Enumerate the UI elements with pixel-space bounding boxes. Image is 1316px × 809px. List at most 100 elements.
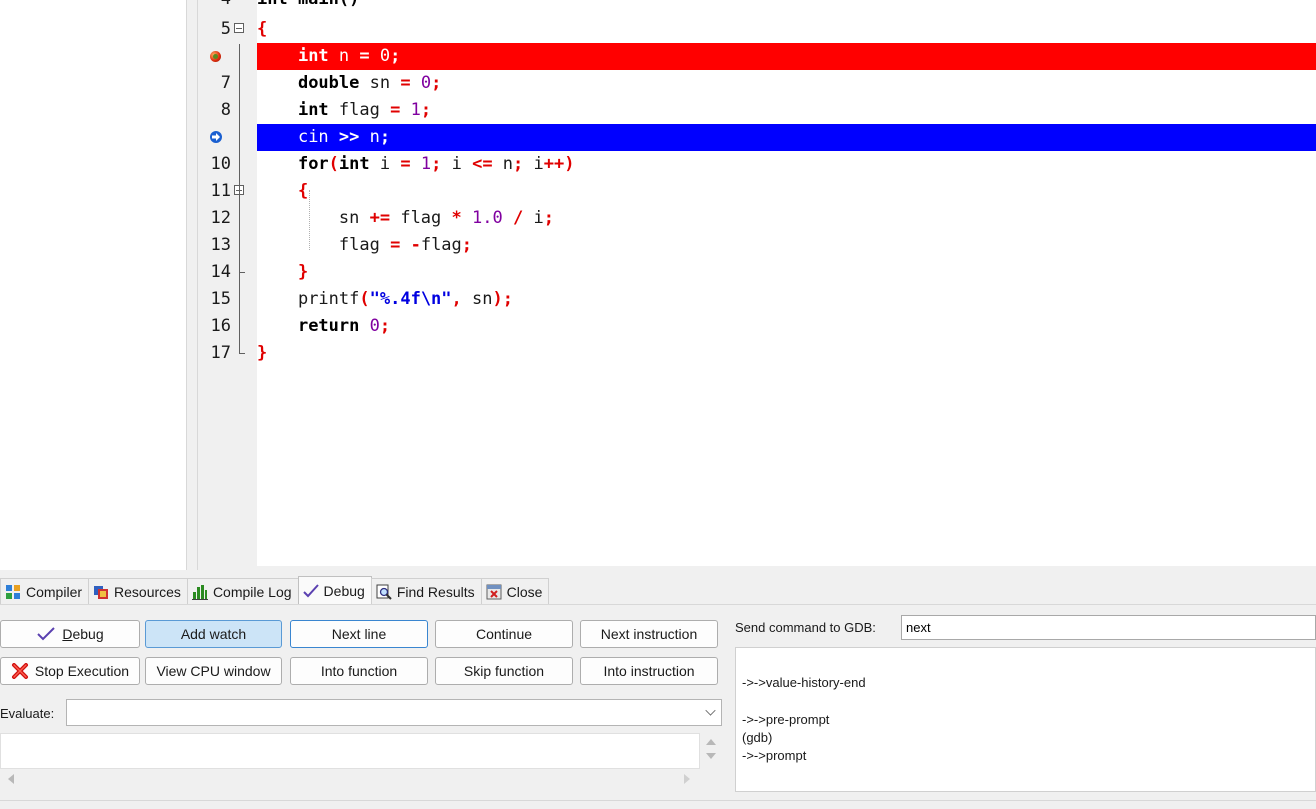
gdb-command-label: Send command to GDB: — [735, 620, 876, 635]
code-line-6-breakpoint: int n = 0; — [257, 43, 1316, 70]
fold-guide-line — [239, 44, 240, 354]
code-line-7: double sn = 0; — [297, 73, 442, 93]
stop-x-icon — [11, 663, 28, 679]
line-number: 16 — [210, 316, 231, 336]
line-number: 10 — [210, 154, 231, 174]
gdb-output-line: ->->prompt — [742, 748, 807, 763]
code-line-14: } — [297, 262, 309, 282]
gutter-line-17: 17 — [198, 340, 257, 367]
line-number: 15 — [210, 289, 231, 309]
evaluate-horizontal-scrollbar[interactable] — [0, 769, 700, 787]
code-line-8: int flag = 1; — [297, 100, 432, 120]
tab-label: Compiler — [26, 583, 83, 600]
tab-label: Find Results — [396, 583, 475, 600]
debug-panel: Debug Add watch Next line Continue Next … — [0, 604, 1316, 809]
gutter-line-15: 15 — [198, 286, 257, 313]
line-number: 5 — [220, 19, 231, 39]
tab-label: Debug — [323, 582, 365, 599]
gutter-line-16: 16 — [198, 313, 257, 340]
continue-button[interactable]: Continue — [435, 620, 573, 648]
code-editor[interactable]: int main() { int n = 0; double sn = 0; i… — [257, 0, 1316, 566]
breakpoint-icon[interactable] — [210, 51, 221, 62]
next-instruction-button[interactable]: Next instruction — [580, 620, 718, 648]
code-line-12: sn += flag * 1.0 / i; — [338, 208, 554, 228]
tab-label: Compile Log — [212, 583, 292, 600]
tab-compile-log[interactable]: Compile Log — [186, 578, 299, 604]
pane-splitter[interactable] — [186, 0, 198, 570]
evaluate-vertical-scrollbar[interactable] — [700, 733, 722, 769]
next-line-button[interactable]: Next line — [290, 620, 428, 648]
line-number: 7 — [220, 73, 231, 93]
gutter-line-4: 4 — [198, 0, 257, 13]
bar-chart-icon — [191, 584, 208, 600]
fold-end-tick — [239, 353, 245, 354]
gdb-output-console[interactable]: ->->value-history-end ->->pre-prompt (gd… — [735, 647, 1316, 792]
gutter-line-10: 10 — [198, 151, 257, 178]
project-browser-pane — [0, 0, 186, 570]
close-tab-icon — [486, 584, 502, 599]
into-function-button[interactable]: Into function — [290, 657, 428, 685]
find-icon — [376, 584, 392, 600]
code-line-11: { — [297, 181, 309, 201]
code-line-16: return 0; — [297, 316, 391, 336]
scroll-right-icon[interactable] — [684, 774, 690, 784]
code-line-4: int main() — [257, 0, 1316, 13]
code-line-10: for(int i = 1; i <= n; i++) — [297, 154, 575, 174]
line-number: 14 — [210, 262, 231, 282]
tab-debug[interactable]: Debug — [297, 576, 372, 604]
gutter-line-11: 11 — [198, 178, 257, 205]
stop-execution-button[interactable]: Stop Execution — [0, 657, 140, 685]
resources-icon — [94, 585, 109, 599]
execution-point-icon — [210, 131, 222, 143]
code-line-15: printf("%.4f\n", sn); — [297, 289, 514, 309]
line-number: 12 — [210, 208, 231, 228]
checkmark-icon — [37, 627, 56, 641]
gutter-line-13: 13 — [198, 232, 257, 259]
fold-collapse-icon[interactable] — [234, 23, 244, 33]
evaluate-label: Evaluate: — [0, 706, 55, 721]
into-instruction-button[interactable]: Into instruction — [580, 657, 718, 685]
add-watch-button[interactable]: Add watch — [145, 620, 282, 648]
indent-guide — [309, 190, 310, 250]
tab-close[interactable]: Close — [480, 578, 550, 604]
scroll-left-icon[interactable] — [8, 774, 14, 784]
skip-function-button[interactable]: Skip function — [435, 657, 573, 685]
grid-icon — [6, 584, 20, 599]
editor-bottom-border — [198, 566, 1316, 570]
gdb-output-line: ->->value-history-end — [742, 675, 866, 690]
line-number: 13 — [210, 235, 231, 255]
tab-compiler[interactable]: Compiler — [0, 578, 90, 604]
chevron-down-icon[interactable] — [705, 705, 716, 716]
gutter-line-7: 7 — [198, 70, 257, 97]
evaluate-combobox[interactable] — [66, 699, 722, 726]
tab-resources[interactable]: Resources — [88, 578, 188, 604]
gutter-line-8: 8 — [198, 97, 257, 124]
tab-label: Close — [506, 583, 543, 600]
evaluate-output[interactable] — [0, 733, 700, 769]
code-line-17: } — [257, 343, 268, 363]
code-line-5: { — [257, 19, 268, 39]
line-number: 11 — [210, 181, 231, 201]
view-cpu-window-button[interactable]: View CPU window — [145, 657, 282, 685]
code-line-9-current: cin >> n; — [257, 124, 1316, 151]
line-number: 4 — [221, 0, 231, 13]
bottom-tab-strip: Compiler Resources Compile Log Debug Fin… — [0, 576, 550, 604]
line-number: 17 — [210, 343, 231, 363]
scroll-up-icon[interactable] — [706, 739, 716, 745]
checkmark-icon — [302, 583, 319, 597]
gutter-line-5: 5 — [198, 16, 257, 43]
line-number: 8 — [220, 100, 231, 120]
scroll-down-icon[interactable] — [706, 753, 716, 759]
gdb-command-input[interactable] — [901, 615, 1316, 640]
tab-label: Resources — [114, 583, 181, 600]
editor-gutter: 4 5 7 8 10 11 12 13 14 15 16 17 — [198, 0, 257, 566]
gdb-output-line: (gdb) — [742, 730, 773, 745]
code-line-13: flag = -flag; — [338, 235, 473, 255]
gutter-line-14: 14 — [198, 259, 257, 286]
debug-button[interactable]: Debug — [0, 620, 140, 648]
fold-end-tick — [239, 272, 245, 273]
gdb-output-line: ->->pre-prompt — [742, 712, 830, 727]
tab-find-results[interactable]: Find Results — [370, 578, 482, 604]
gutter-line-6 — [198, 43, 257, 70]
gutter-line-9 — [198, 124, 257, 151]
